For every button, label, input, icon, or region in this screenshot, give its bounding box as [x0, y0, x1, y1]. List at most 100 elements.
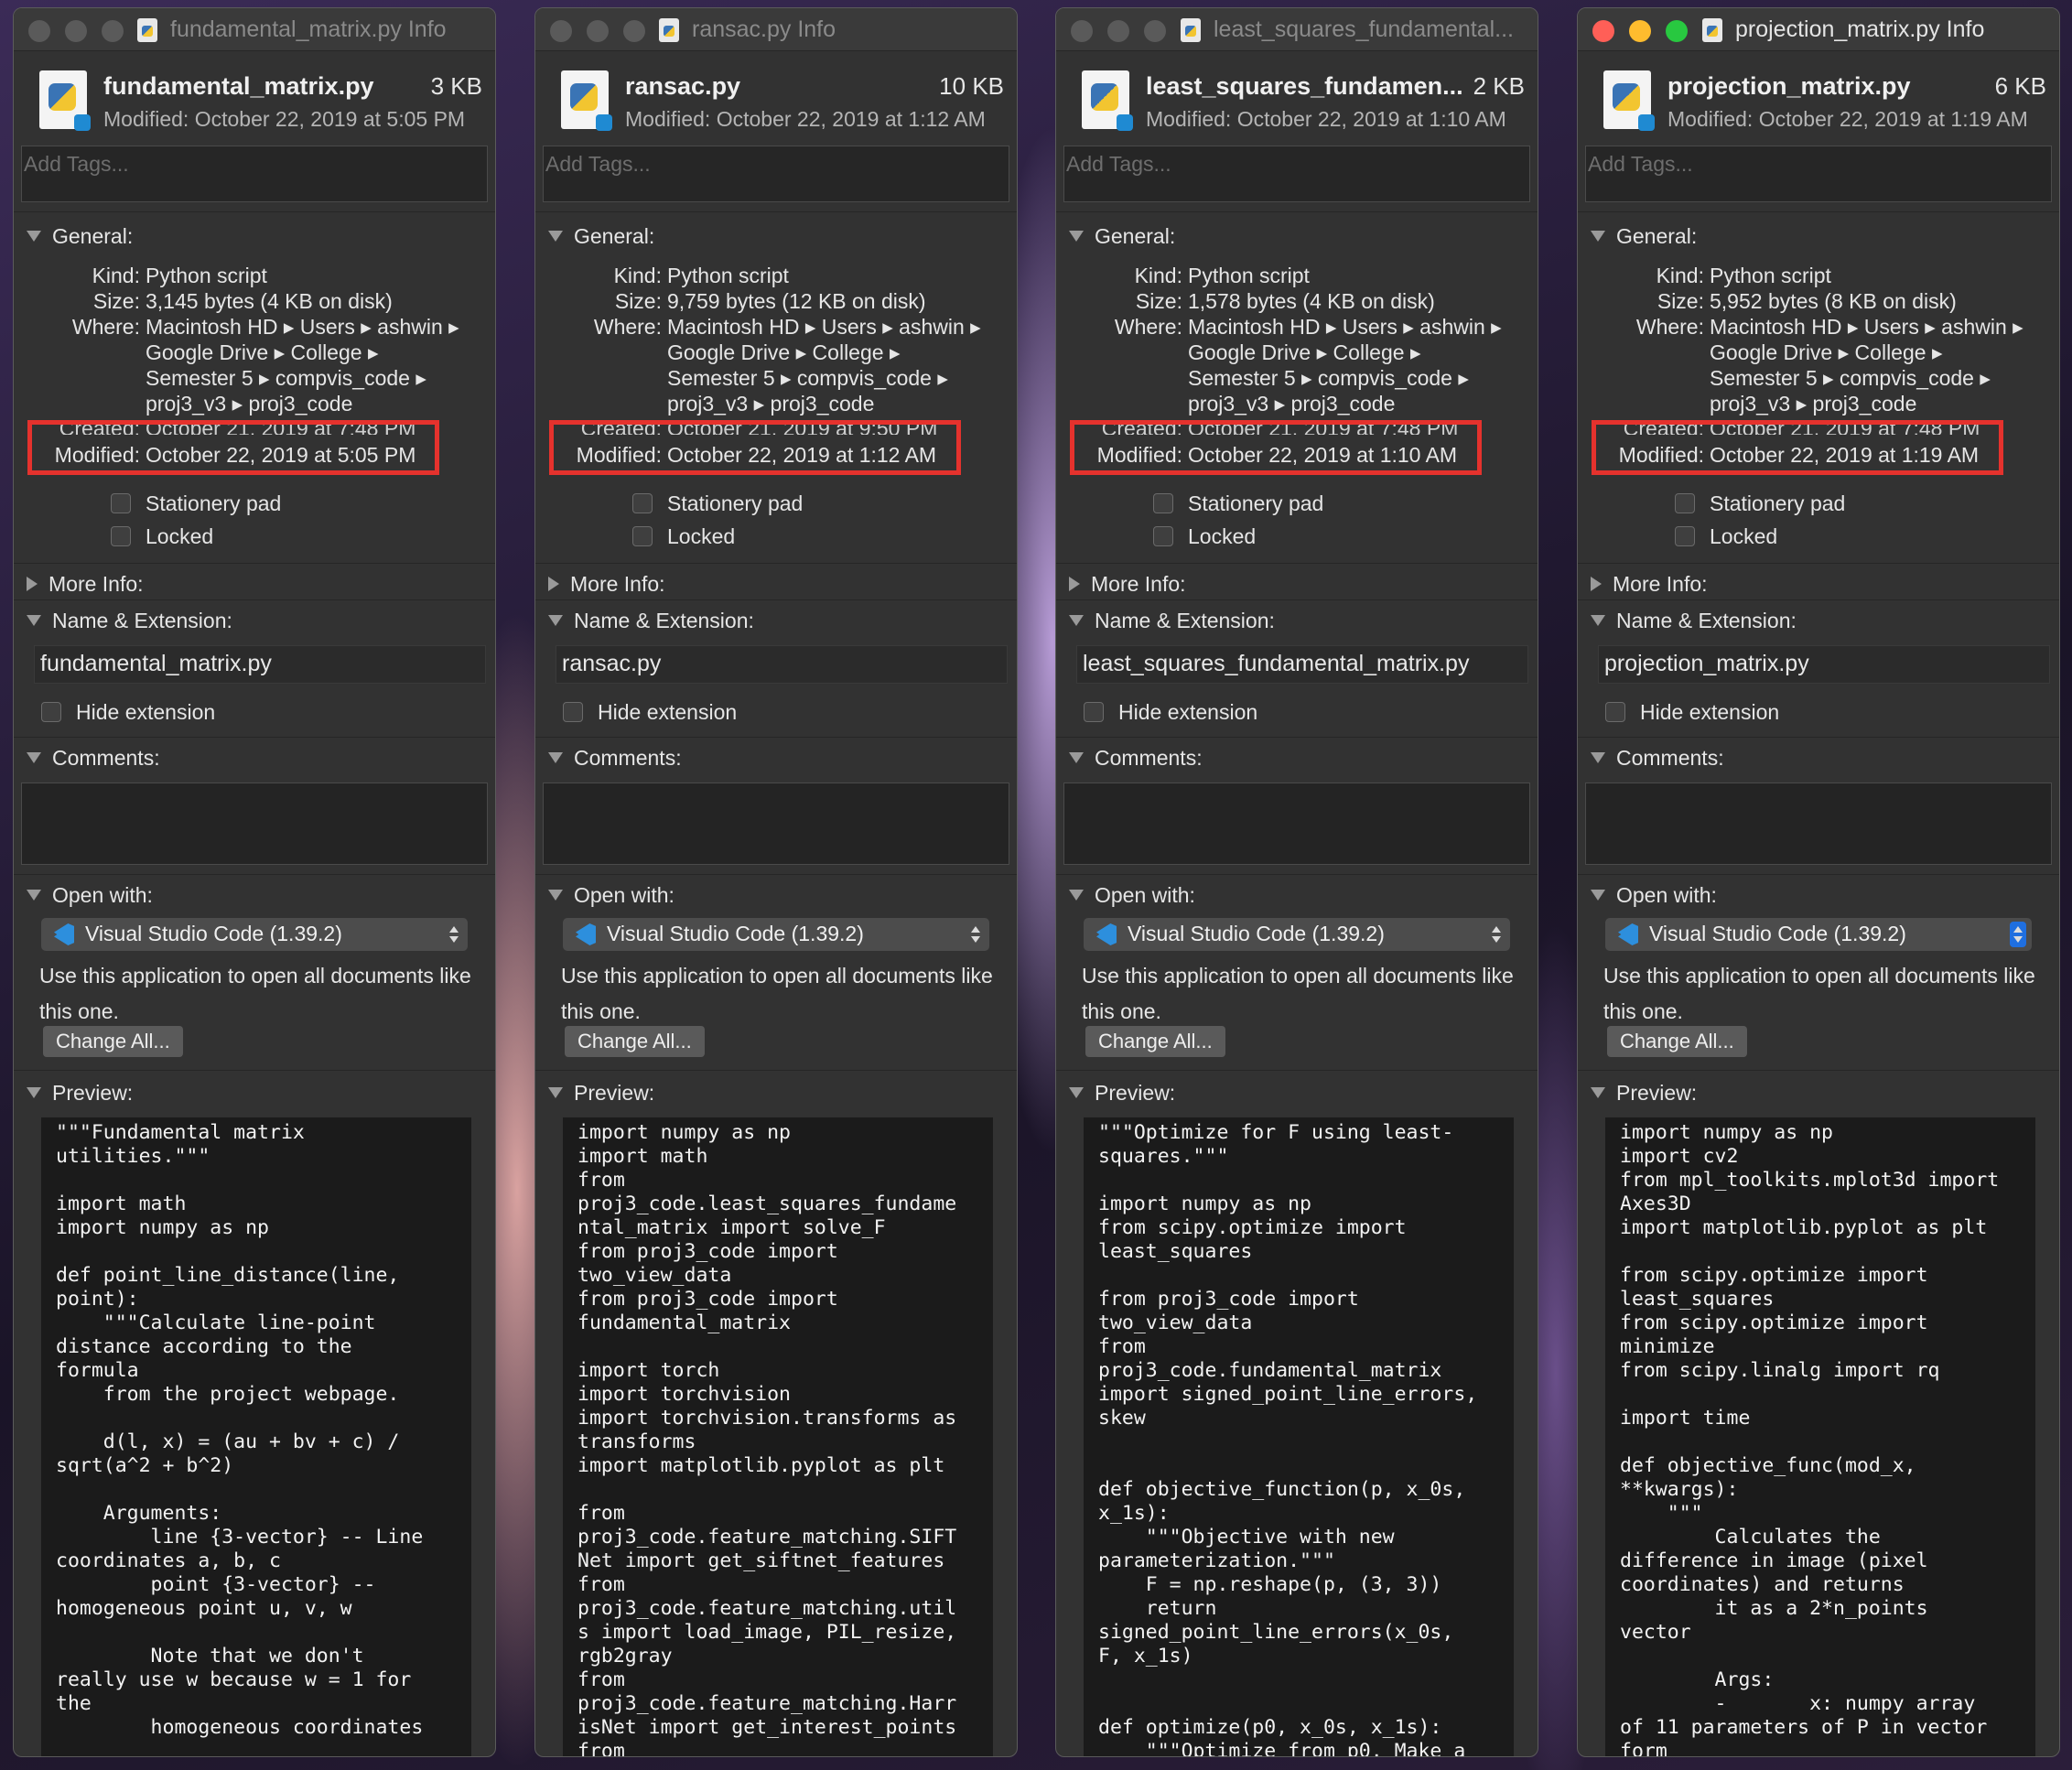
open-with-popup[interactable]: Visual Studio Code (1.39.2) — [1605, 918, 2032, 951]
locked-checkbox[interactable]: Locked — [1153, 524, 1256, 549]
stationery-pad-checkbox[interactable]: Stationery pad — [632, 491, 803, 516]
disclosure-triangle-icon[interactable] — [1591, 889, 1605, 901]
section-general[interactable]: General: — [27, 224, 133, 249]
section-general[interactable]: General: — [1591, 224, 1697, 249]
section-comments[interactable]: Comments: — [1069, 746, 1203, 771]
title-bar[interactable]: least_squares_fundamental... — [1056, 8, 1538, 51]
disclosure-triangle-icon[interactable] — [1069, 889, 1084, 901]
section-open-with[interactable]: Open with: — [548, 883, 674, 908]
checkbox[interactable] — [632, 525, 653, 546]
disclosure-triangle-icon[interactable] — [548, 889, 563, 901]
change-all-button[interactable]: Change All... — [1085, 1026, 1225, 1057]
locked-checkbox[interactable]: Locked — [111, 524, 213, 549]
tags-field[interactable]: Add Tags... — [1063, 146, 1530, 202]
name-field[interactable]: least_squares_fundamental_matrix.py — [1076, 645, 1528, 684]
checkbox[interactable] — [632, 492, 653, 513]
disclosure-triangle-icon[interactable] — [548, 751, 563, 763]
open-with-popup[interactable]: Visual Studio Code (1.39.2) — [41, 918, 468, 951]
section-name-extension[interactable]: Name & Extension: — [27, 609, 232, 633]
disclosure-triangle-icon[interactable] — [1069, 576, 1080, 591]
disclosure-triangle-icon[interactable] — [1591, 576, 1602, 591]
section-name-extension[interactable]: Name & Extension: — [1591, 609, 1797, 633]
hide-extension-checkbox[interactable]: Hide extension — [563, 700, 737, 725]
preview-pane[interactable]: """Fundamental matrix utilities.""" impo… — [41, 1117, 471, 1756]
zoom-button[interactable] — [102, 20, 124, 42]
disclosure-triangle-icon[interactable] — [1591, 614, 1605, 626]
change-all-button[interactable]: Change All... — [43, 1026, 183, 1057]
close-button[interactable] — [1071, 20, 1093, 42]
comments-field[interactable] — [543, 782, 1009, 865]
disclosure-triangle-icon[interactable] — [27, 1086, 41, 1098]
disclosure-triangle-icon[interactable] — [1069, 614, 1084, 626]
section-general[interactable]: General: — [548, 224, 654, 249]
locked-checkbox[interactable]: Locked — [1675, 524, 1777, 549]
section-more-info[interactable]: More Info: — [1069, 572, 1186, 597]
locked-checkbox[interactable]: Locked — [632, 524, 735, 549]
open-with-popup[interactable]: Visual Studio Code (1.39.2) — [563, 918, 989, 951]
section-preview[interactable]: Preview: — [27, 1081, 133, 1106]
close-button[interactable] — [550, 20, 572, 42]
section-name-extension[interactable]: Name & Extension: — [548, 609, 754, 633]
tags-field[interactable]: Add Tags... — [543, 146, 1009, 202]
disclosure-triangle-icon[interactable] — [548, 1086, 563, 1098]
name-field[interactable]: fundamental_matrix.py — [34, 645, 486, 684]
comments-field[interactable] — [21, 782, 488, 865]
disclosure-triangle-icon[interactable] — [27, 576, 38, 591]
disclosure-triangle-icon[interactable] — [548, 576, 559, 591]
checkbox[interactable] — [41, 701, 61, 722]
zoom-button[interactable] — [1666, 20, 1688, 42]
section-open-with[interactable]: Open with: — [1069, 883, 1195, 908]
change-all-button[interactable]: Change All... — [1607, 1026, 1747, 1057]
section-comments[interactable]: Comments: — [27, 746, 160, 771]
section-name-extension[interactable]: Name & Extension: — [1069, 609, 1275, 633]
open-with-popup[interactable]: Visual Studio Code (1.39.2) — [1084, 918, 1510, 951]
disclosure-triangle-icon[interactable] — [1069, 1086, 1084, 1098]
section-preview[interactable]: Preview: — [1591, 1081, 1697, 1106]
disclosure-triangle-icon[interactable] — [27, 751, 41, 763]
name-field[interactable]: projection_matrix.py — [1598, 645, 2050, 684]
section-comments[interactable]: Comments: — [548, 746, 682, 771]
checkbox[interactable] — [111, 525, 131, 546]
section-comments[interactable]: Comments: — [1591, 746, 1724, 771]
comments-field[interactable] — [1585, 782, 2052, 865]
preview-pane[interactable]: """Optimize for F using least- squares."… — [1084, 1117, 1514, 1756]
section-preview[interactable]: Preview: — [1069, 1081, 1175, 1106]
disclosure-triangle-icon[interactable] — [1591, 230, 1605, 242]
section-open-with[interactable]: Open with: — [27, 883, 153, 908]
disclosure-triangle-icon[interactable] — [1591, 751, 1605, 763]
hide-extension-checkbox[interactable]: Hide extension — [41, 700, 215, 725]
title-bar[interactable]: ransac.py Info — [535, 8, 1017, 51]
checkbox[interactable] — [1675, 525, 1695, 546]
disclosure-triangle-icon[interactable] — [1069, 230, 1084, 242]
zoom-button[interactable] — [623, 20, 645, 42]
checkbox[interactable] — [563, 701, 583, 722]
section-general[interactable]: General: — [1069, 224, 1175, 249]
minimize-button[interactable] — [587, 20, 609, 42]
comments-field[interactable] — [1063, 782, 1530, 865]
hide-extension-checkbox[interactable]: Hide extension — [1084, 700, 1257, 725]
disclosure-triangle-icon[interactable] — [1069, 751, 1084, 763]
checkbox[interactable] — [111, 492, 131, 513]
disclosure-triangle-icon[interactable] — [548, 614, 563, 626]
checkbox[interactable] — [1084, 701, 1104, 722]
stationery-pad-checkbox[interactable]: Stationery pad — [1675, 491, 1845, 516]
section-open-with[interactable]: Open with: — [1591, 883, 1717, 908]
tags-field[interactable]: Add Tags... — [1585, 146, 2052, 202]
stationery-pad-checkbox[interactable]: Stationery pad — [1153, 491, 1323, 516]
disclosure-triangle-icon[interactable] — [1591, 1086, 1605, 1098]
change-all-button[interactable]: Change All... — [565, 1026, 705, 1057]
section-more-info[interactable]: More Info: — [1591, 572, 1708, 597]
section-more-info[interactable]: More Info: — [27, 572, 144, 597]
checkbox[interactable] — [1153, 492, 1173, 513]
checkbox[interactable] — [1675, 492, 1695, 513]
preview-pane[interactable]: import numpy as np import math from proj… — [563, 1117, 993, 1756]
disclosure-triangle-icon[interactable] — [27, 230, 41, 242]
stationery-pad-checkbox[interactable]: Stationery pad — [111, 491, 281, 516]
checkbox[interactable] — [1605, 701, 1625, 722]
disclosure-triangle-icon[interactable] — [548, 230, 563, 242]
zoom-button[interactable] — [1144, 20, 1166, 42]
title-bar[interactable]: fundamental_matrix.py Info — [14, 8, 495, 51]
hide-extension-checkbox[interactable]: Hide extension — [1605, 700, 1779, 725]
disclosure-triangle-icon[interactable] — [27, 889, 41, 901]
tags-field[interactable]: Add Tags... — [21, 146, 488, 202]
